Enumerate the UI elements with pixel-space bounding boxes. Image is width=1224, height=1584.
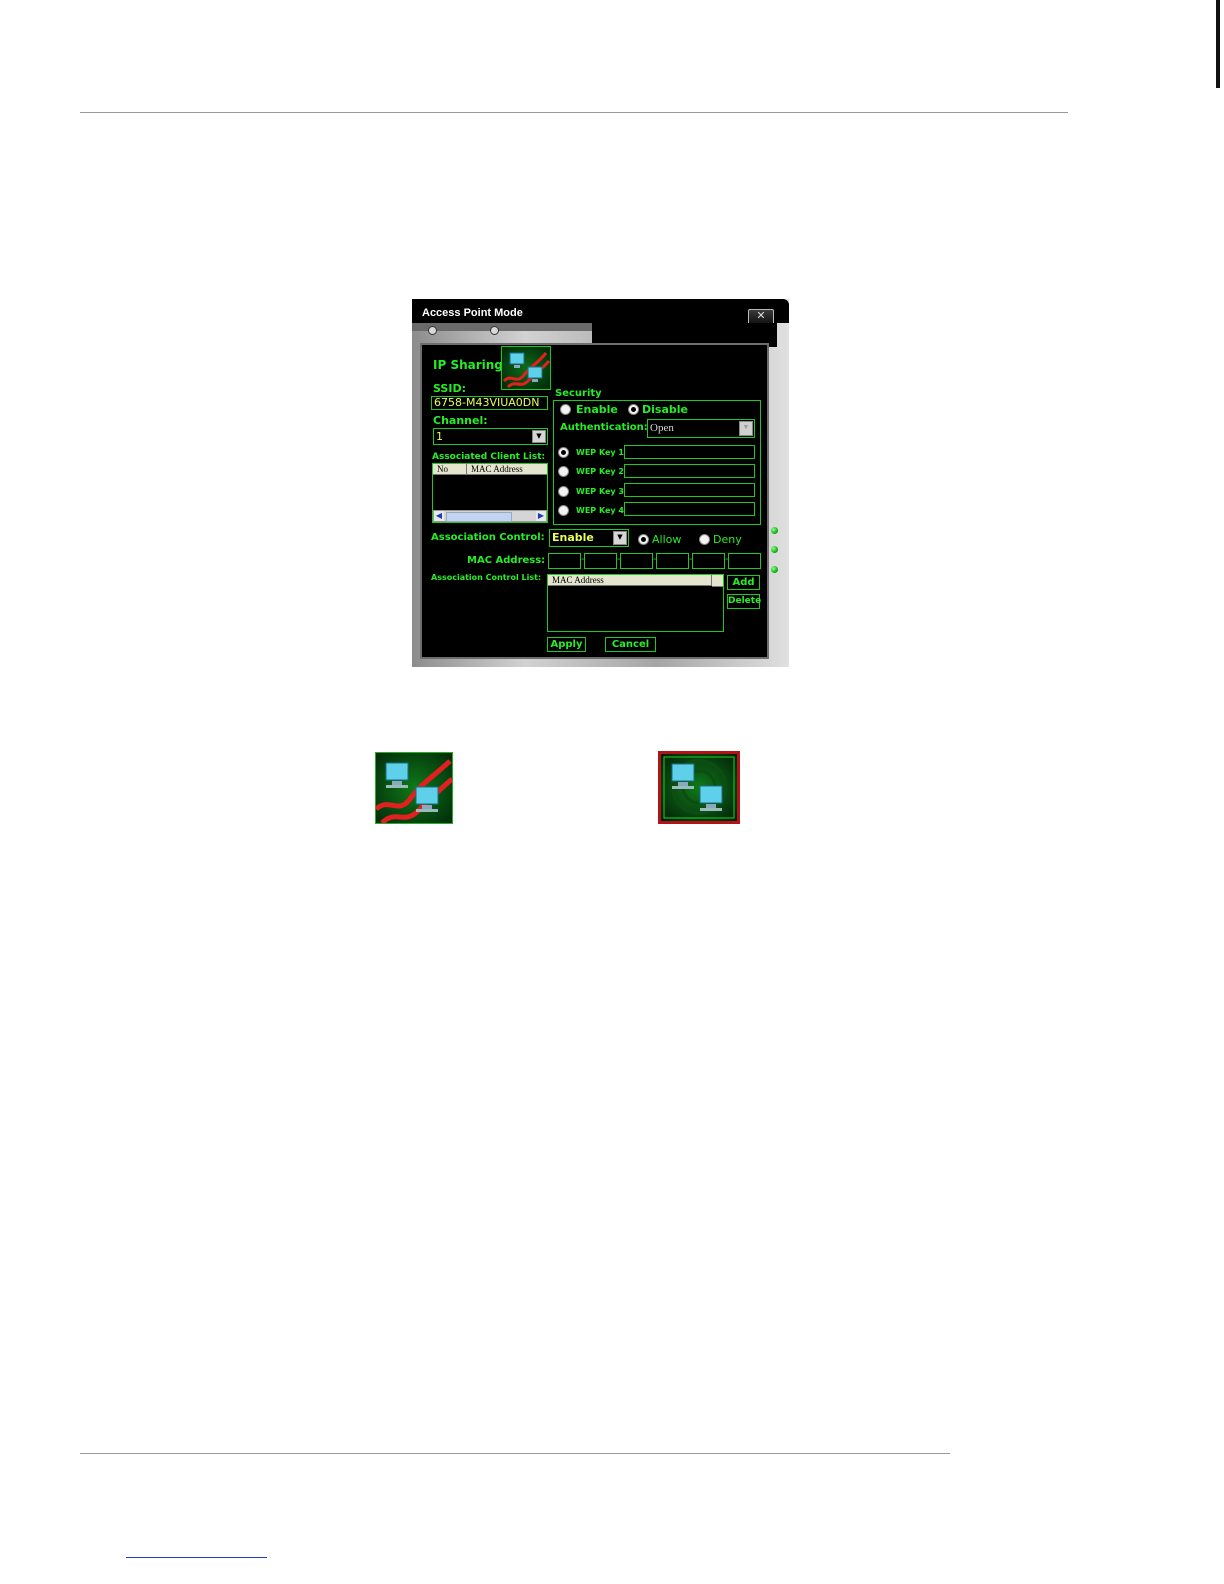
client-list-label: Associated Client List: — [432, 452, 546, 462]
mac-octet-3-field[interactable] — [620, 553, 653, 569]
window-titlebar: Access Point Mode ✕ — [412, 299, 789, 325]
wep-key-2-field[interactable] — [624, 464, 755, 478]
chevron-down-icon[interactable]: ▼ — [532, 430, 546, 443]
title-tab-strip — [412, 323, 602, 331]
authentication-select[interactable]: Open ▼ — [647, 419, 755, 438]
status-led-icon — [771, 546, 778, 553]
authentication-value: Open — [650, 422, 674, 434]
client-list-header-no[interactable]: No — [433, 464, 467, 475]
wep-key-2-label: WEP Key 2 — [576, 467, 624, 476]
association-list-header-mac[interactable]: MAC Address — [548, 575, 712, 586]
security-enable-label: Enable — [576, 403, 618, 416]
mac-octet-6-field[interactable] — [728, 553, 761, 569]
footer-link-underline[interactable] — [126, 1557, 267, 1558]
mac-address-label: MAC Address: — [467, 555, 546, 566]
wep-key-4-radio[interactable] — [558, 505, 569, 516]
ip-sharing-icon — [375, 752, 453, 824]
wep-key-1-label: WEP Key 1 — [576, 448, 624, 457]
apply-button[interactable]: Apply — [547, 637, 586, 652]
scroll-right-icon[interactable]: ▶ — [536, 511, 546, 521]
security-disable-label: Disable — [642, 403, 688, 416]
channel-label: Channel: — [433, 414, 488, 427]
scroll-left-icon[interactable]: ◀ — [434, 511, 444, 521]
mac-octet-5-field[interactable] — [692, 553, 725, 569]
wep-key-4-field[interactable] — [624, 502, 755, 516]
association-control-select[interactable]: Enable ▼ — [549, 529, 629, 547]
wep-key-4-label: WEP Key 4 — [576, 506, 624, 515]
client-list[interactable]: No MAC Address ◀ ▶ — [432, 463, 548, 523]
client-list-header-mac[interactable]: MAC Address — [467, 464, 547, 475]
window-title: Access Point Mode — [422, 307, 523, 319]
association-control-list[interactable]: MAC Address — [547, 574, 724, 632]
wep-key-1-field[interactable] — [624, 445, 755, 459]
ssid-field[interactable]: 6758-M43VIUA0DN — [431, 396, 548, 410]
channel-value: 1 — [436, 430, 443, 443]
mac-octet-1-field[interactable] — [548, 553, 581, 569]
delete-button[interactable]: Delete — [727, 594, 761, 609]
authentication-label: Authentication: — [560, 422, 648, 433]
status-led-icon — [771, 566, 778, 573]
allow-radio[interactable] — [638, 534, 649, 545]
rivet-icon — [428, 326, 437, 335]
deny-radio[interactable] — [699, 534, 710, 545]
scroll-thumb[interactable] — [446, 512, 512, 522]
association-control-label: Association Control: — [431, 532, 545, 543]
ip-sharing-label: IP Sharing — [433, 358, 503, 372]
channel-select[interactable]: 1 ▼ — [433, 428, 548, 445]
security-disable-radio[interactable] — [628, 404, 639, 415]
access-point-icon — [658, 751, 740, 824]
allow-label: Allow — [652, 533, 682, 546]
cancel-button[interactable]: Cancel — [605, 637, 656, 652]
security-label: Security — [555, 388, 602, 399]
header-rule — [80, 112, 1068, 113]
wep-key-1-radio[interactable] — [558, 447, 569, 458]
ssid-label: SSID: — [433, 382, 466, 395]
ip-sharing-icon[interactable] — [501, 346, 551, 390]
wep-key-3-radio[interactable] — [558, 486, 569, 497]
client-list-scrollbar[interactable]: ◀ ▶ — [433, 510, 547, 522]
wep-key-3-field[interactable] — [624, 483, 755, 497]
chevron-down-icon[interactable]: ▼ — [739, 421, 753, 436]
wep-key-3-label: WEP Key 3 — [576, 487, 624, 496]
deny-label: Deny — [713, 533, 742, 546]
security-enable-radio[interactable] — [560, 404, 571, 415]
footer-rule — [80, 1453, 950, 1454]
rivet-icon — [490, 326, 499, 335]
association-control-list-label: Association Control List: — [431, 573, 542, 582]
mac-octet-2-field[interactable] — [584, 553, 617, 569]
add-button[interactable]: Add — [727, 575, 760, 590]
association-control-value: Enable — [552, 531, 594, 544]
association-list-header-filler — [712, 575, 723, 587]
mac-octet-4-field[interactable] — [656, 553, 689, 569]
wep-key-2-radio[interactable] — [558, 466, 569, 477]
page-edge-mark — [1216, 0, 1220, 88]
status-led-icon — [771, 527, 778, 534]
chevron-down-icon[interactable]: ▼ — [613, 531, 627, 545]
